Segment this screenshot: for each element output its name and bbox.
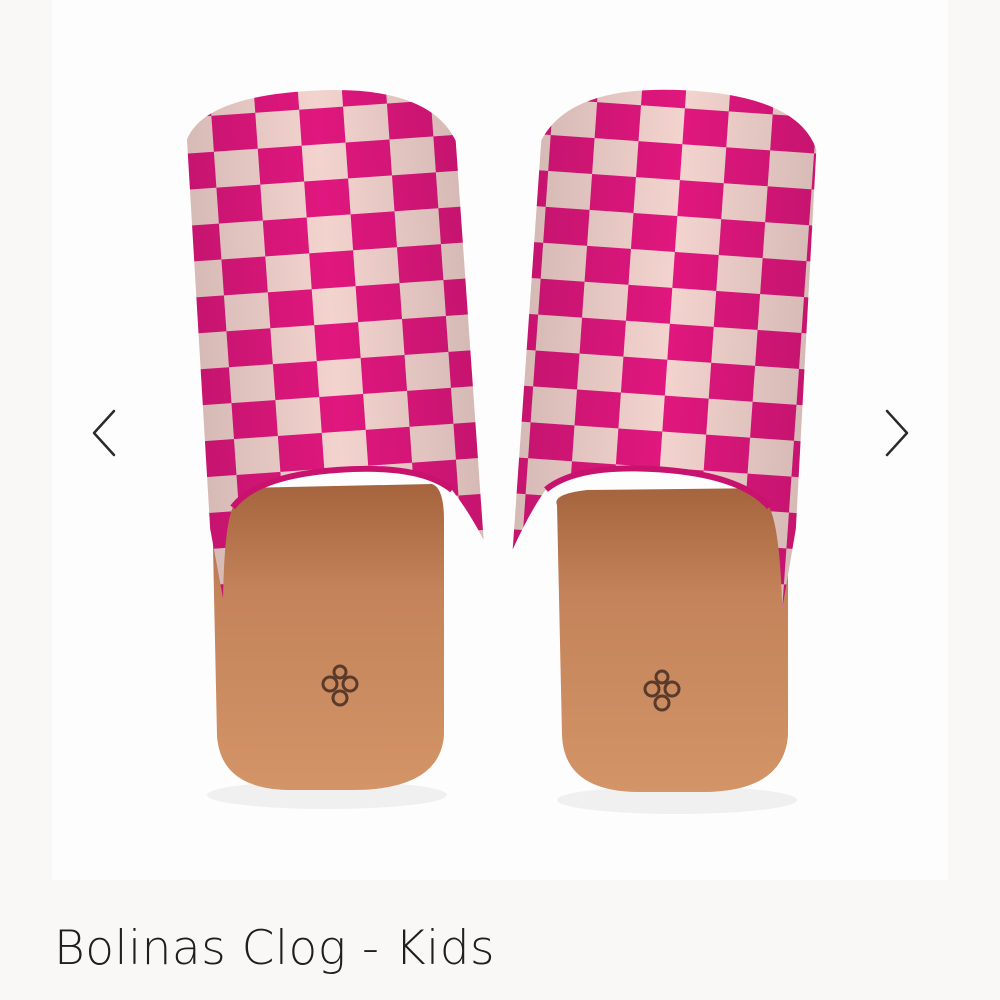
left-clog: [186, 90, 484, 790]
chevron-left-icon: [92, 409, 116, 457]
previous-image-button[interactable]: [84, 405, 124, 461]
product-image-gallery: [0, 0, 1000, 880]
chevron-right-icon: [885, 409, 909, 457]
product-title: Bolinas Clog - Kids: [54, 921, 496, 976]
right-clog: [512, 89, 817, 792]
product-image: [52, 0, 948, 880]
next-image-button[interactable]: [877, 405, 917, 461]
